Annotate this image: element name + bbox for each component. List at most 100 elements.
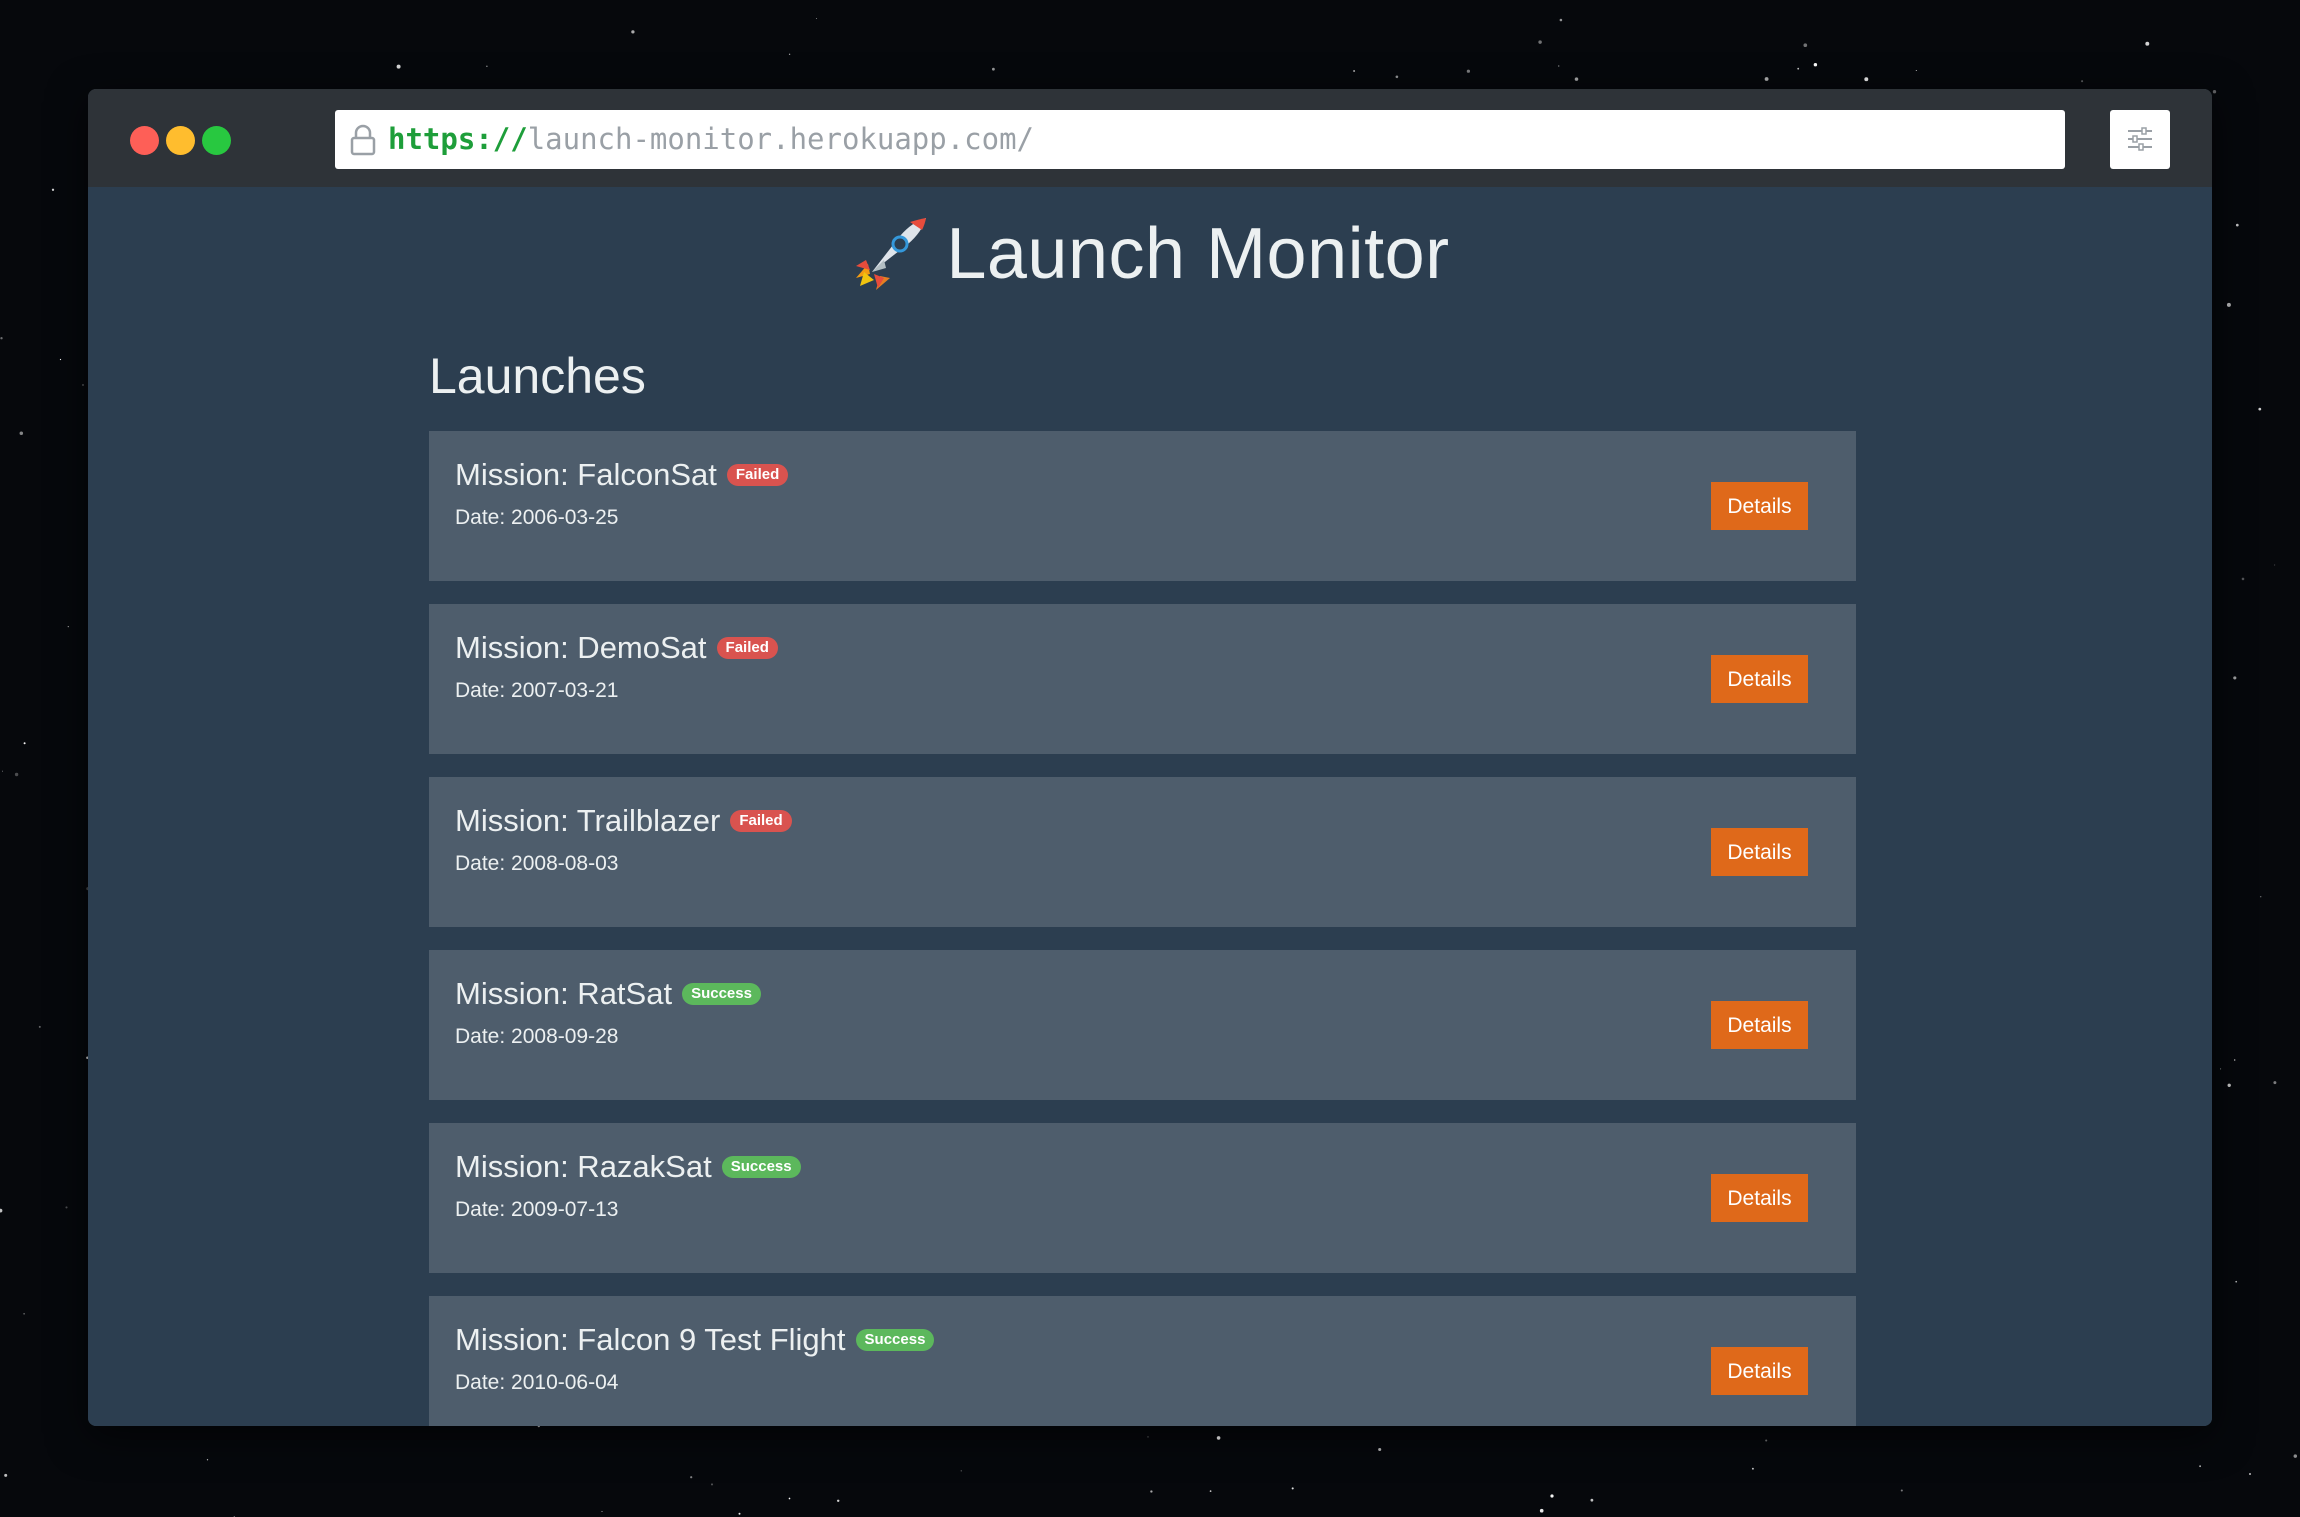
- launch-card: Mission: RatSat Success Date: 2008-09-28…: [429, 950, 1856, 1100]
- star: [690, 1476, 693, 1479]
- launch-date: Date: 2007-03-21: [455, 679, 619, 702]
- launch-date: Date: 2010-06-04: [455, 1371, 619, 1394]
- status-badge: Success: [682, 983, 761, 1005]
- mission-line: Mission: Falcon 9 Test Flight Success: [455, 1322, 935, 1358]
- launch-card: Mission: FalconSat Failed Date: 2006-03-…: [429, 431, 1856, 581]
- star: [2226, 302, 2231, 307]
- star: [1150, 1490, 1153, 1493]
- url-scheme: https://: [388, 122, 528, 156]
- star: [2274, 564, 2276, 566]
- star: [1378, 1447, 1382, 1452]
- settings-button[interactable]: [2110, 110, 2170, 169]
- star: [1550, 1494, 1554, 1498]
- details-button[interactable]: Details: [1711, 482, 1808, 530]
- star: [2293, 1454, 2298, 1458]
- star: [1915, 69, 1917, 72]
- launch-list: Mission: FalconSat Failed Date: 2006-03-…: [429, 431, 1856, 1426]
- star: [82, 384, 84, 386]
- address-bar[interactable]: https://launch-monitor.herokuapp.com/: [335, 110, 2065, 169]
- browser-window: https://launch-monitor.herokuapp.com/ La…: [88, 89, 2212, 1426]
- star: [51, 188, 55, 191]
- mission-name: Mission: FalconSat: [455, 457, 717, 492]
- mission-line: Mission: Trailblazer Failed: [455, 803, 792, 839]
- details-button[interactable]: Details: [1711, 655, 1808, 703]
- mission-name: Mission: RatSat: [455, 976, 673, 1011]
- star: [4, 1473, 8, 1477]
- launch-card: Mission: DemoSat Failed Date: 2007-03-21…: [429, 604, 1856, 754]
- star: [67, 625, 69, 628]
- launch-date: Date: 2008-08-03: [455, 852, 619, 875]
- star: [2233, 676, 2237, 680]
- status-badge: Failed: [726, 464, 789, 486]
- star: [2259, 895, 2262, 898]
- star: [2235, 1280, 2238, 1283]
- star: [396, 64, 401, 69]
- star: [1803, 43, 1808, 48]
- star: [1765, 1439, 1768, 1442]
- star: [59, 358, 62, 361]
- star: [710, 1483, 714, 1486]
- close-window-button[interactable]: [130, 126, 159, 155]
- star: [2241, 577, 2245, 581]
- star: [1147, 1436, 1149, 1438]
- star: [38, 1025, 41, 1028]
- url-text[interactable]: https://launch-monitor.herokuapp.com/: [388, 110, 1034, 169]
- status-badge: Success: [721, 1156, 801, 1178]
- star: [2220, 1068, 2222, 1070]
- star: [23, 1313, 25, 1315]
- star: [2248, 1472, 2252, 1476]
- mission-name: Mission: Trailblazer: [455, 803, 721, 838]
- launch-card: Mission: Trailblazer Failed Date: 2008-0…: [429, 777, 1856, 927]
- star: [1764, 77, 1769, 81]
- sliders-icon: [2128, 127, 2152, 151]
- star: [738, 1512, 741, 1515]
- star: [1813, 62, 1818, 67]
- star: [1216, 1436, 1221, 1440]
- star: [1209, 1490, 1212, 1492]
- star: [2273, 1081, 2277, 1085]
- status-badge: Failed: [730, 810, 792, 832]
- details-button[interactable]: Details: [1711, 1174, 1808, 1222]
- status-badge: Success: [855, 1329, 935, 1351]
- launch-card: Mission: Falcon 9 Test Flight Success Da…: [429, 1296, 1856, 1426]
- mission-name: Mission: RazakSat: [455, 1149, 712, 1184]
- launch-date: Date: 2009-07-13: [455, 1198, 619, 1221]
- status-badge: Failed: [716, 637, 778, 659]
- details-button[interactable]: Details: [1711, 828, 1808, 876]
- star: [2199, 1465, 2201, 1468]
- star: [1558, 65, 1560, 67]
- maximize-window-button[interactable]: [202, 126, 231, 155]
- star: [2081, 80, 2084, 83]
- star: [788, 53, 791, 55]
- mission-line: Mission: RatSat Success: [455, 976, 761, 1012]
- star: [1797, 67, 1800, 70]
- star: [1539, 1508, 1544, 1513]
- star: [2235, 223, 2239, 227]
- launch-date: Date: 2006-03-25: [455, 506, 619, 529]
- star: [19, 431, 24, 436]
- star: [1864, 77, 1869, 82]
- star: [14, 772, 19, 777]
- star: [1538, 40, 1542, 44]
- star: [2, 770, 3, 772]
- mission-line: Mission: RazakSat Success: [455, 1149, 801, 1185]
- details-button[interactable]: Details: [1711, 1347, 1808, 1395]
- minimize-window-button[interactable]: [166, 126, 195, 155]
- details-button[interactable]: Details: [1711, 1001, 1808, 1049]
- app-header: Launch Monitor: [88, 209, 2212, 299]
- rocket-icon: [856, 218, 927, 290]
- star: [0, 1208, 3, 1213]
- star: [815, 18, 817, 20]
- star: [960, 1470, 962, 1472]
- page-content: Launch Monitor Launches Mission: FalconS…: [88, 187, 2212, 1426]
- app-title: Launch Monitor: [946, 214, 1450, 294]
- star: [631, 30, 635, 34]
- star: [992, 67, 995, 71]
- star: [1466, 69, 1471, 73]
- mission-name: Mission: DemoSat: [455, 630, 707, 665]
- star: [2258, 407, 2262, 411]
- star: [486, 65, 488, 67]
- star: [1590, 1498, 1594, 1502]
- browser-titlebar: https://launch-monitor.herokuapp.com/: [88, 89, 2212, 187]
- star: [1395, 75, 1399, 79]
